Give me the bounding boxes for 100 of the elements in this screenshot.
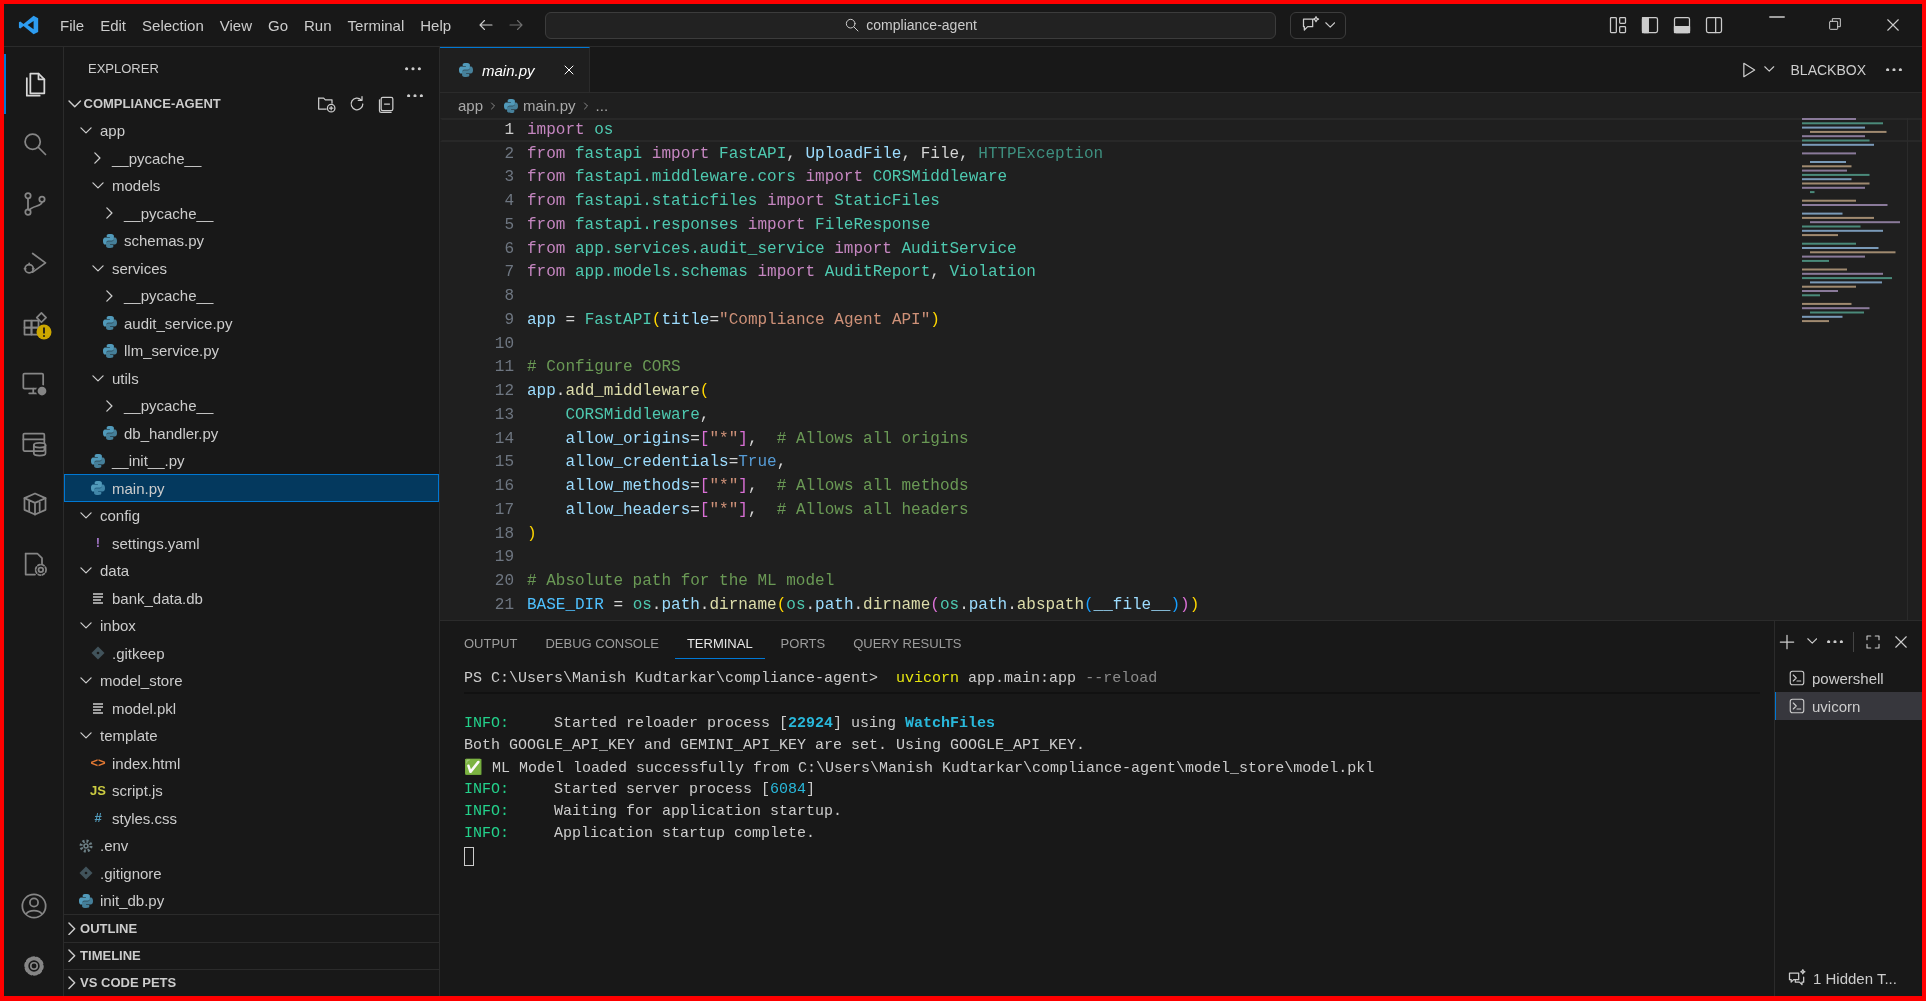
- warning-badge-icon: [35, 324, 52, 340]
- chevron-down-icon: [92, 264, 104, 272]
- chat-sparkle-icon: [1787, 968, 1807, 988]
- tree-item[interactable]: ! settings.yaml: [64, 529, 439, 557]
- line-number: 2: [503, 144, 514, 163]
- tree-item[interactable]: db_handler.py: [64, 419, 439, 447]
- tree-item[interactable]: inbox: [64, 611, 439, 640]
- line-number: 10: [493, 334, 514, 353]
- tree-item[interactable]: <> index.html: [64, 749, 439, 777]
- chevron-down-icon: [92, 182, 104, 190]
- menu-item[interactable]: Selection: [134, 12, 212, 38]
- line-number: 13: [493, 405, 514, 424]
- tree-item[interactable]: model_store: [64, 666, 439, 695]
- python-file-icon: [78, 892, 94, 909]
- chevron-down-icon: [80, 732, 92, 740]
- file-type-icon: !: [95, 535, 101, 552]
- section-header[interactable]: TIMELINE: [64, 941, 439, 969]
- tree-item[interactable]: init_db.py: [64, 886, 439, 915]
- terminal-session[interactable]: powershell: [1775, 664, 1922, 692]
- file-type-icon: <>: [90, 755, 106, 772]
- tree-item[interactable]: __pycache__: [64, 144, 439, 172]
- panel-tab[interactable]: QUERY RESULTS: [841, 626, 974, 659]
- tree-item[interactable]: __pycache__: [64, 391, 439, 420]
- tree-item[interactable]: data: [64, 556, 439, 585]
- line-number: 1: [503, 120, 514, 139]
- panel-tab[interactable]: PORTS: [768, 626, 838, 659]
- tree-item[interactable]: model.pkl: [64, 694, 439, 722]
- extension-action[interactable]: BLACKBOX: [1790, 61, 1866, 78]
- tree-item[interactable]: app: [64, 116, 439, 145]
- tree-item[interactable]: models: [64, 171, 439, 200]
- chevron-right-icon: [68, 948, 77, 963]
- python-file-icon: [503, 97, 520, 114]
- tree-item[interactable]: bank_data.db: [64, 584, 439, 612]
- python-file-icon: [90, 480, 106, 497]
- restore-icon: [1827, 16, 1843, 32]
- tree-item[interactable]: main.py: [64, 474, 439, 502]
- code-line: from fastapi.responses import FileResponse: [527, 215, 931, 234]
- hidden-terminals-button[interactable]: 1 Hidden T...: [1775, 962, 1922, 994]
- editor-tab[interactable]: main.py: [440, 47, 590, 92]
- tree-item[interactable]: JS script.js: [64, 776, 439, 805]
- tree-item[interactable]: schemas.py: [64, 226, 439, 255]
- tree-item[interactable]: __pycache__: [64, 281, 439, 310]
- breadcrumb-item[interactable]: app: [458, 97, 484, 114]
- tree-item[interactable]: audit_service.py: [64, 309, 439, 337]
- chevron-right-icon: [68, 976, 77, 990]
- app-logo-icon: [18, 14, 40, 36]
- project-header[interactable]: COMPLIANCE-AGENT: [64, 90, 439, 117]
- section-header[interactable]: VS CODE PETS: [64, 968, 439, 996]
- terminal-output-line: ✅ ML Model loaded successfully from C:\Users\Manish Kudtarkar\compliance-agent\model_store\model.pkl: [464, 757, 1375, 777]
- chevron-right-icon: [94, 152, 102, 165]
- tree-item[interactable]: .gitignore: [64, 859, 439, 887]
- database-panel-icon: [20, 430, 49, 458]
- section-header[interactable]: OUTLINE: [64, 914, 439, 942]
- panel-tab[interactable]: OUTPUT: [452, 626, 530, 659]
- menu-item[interactable]: File: [52, 12, 93, 38]
- chevron-down-icon: [92, 374, 104, 382]
- menu-item[interactable]: Edit: [92, 12, 135, 38]
- search-field[interactable]: compliance-agent: [545, 11, 1277, 39]
- chevron-right-icon: [106, 289, 114, 302]
- menu-item[interactable]: Go: [260, 12, 296, 38]
- python-file-icon: [102, 425, 118, 442]
- tree-item[interactable]: utils: [64, 364, 439, 392]
- terminal-session[interactable]: uvicorn: [1775, 692, 1922, 720]
- tree-item[interactable]: __pycache__: [64, 199, 439, 227]
- tree-item[interactable]: .gitkeep: [64, 639, 439, 667]
- sidebar-right-icon: [1704, 15, 1724, 35]
- breadcrumb-item[interactable]: main.py: [523, 97, 576, 114]
- tree-item[interactable]: services: [64, 254, 439, 282]
- breadcrumb-item[interactable]: ...: [595, 97, 609, 114]
- panel-tab[interactable]: DEBUG CONSOLE: [533, 626, 671, 659]
- tree-item[interactable]: template: [64, 721, 439, 750]
- diamond-file-icon: [78, 865, 94, 882]
- tree-item[interactable]: .env: [64, 831, 439, 860]
- terminal-output-line: INFO: Started server process [6084]: [464, 780, 816, 798]
- python-file-icon: [90, 452, 106, 469]
- tree-item[interactable]: __init__.py: [64, 446, 439, 475]
- more-icon: [1886, 67, 1902, 72]
- lines-file-icon: [90, 590, 106, 607]
- menu-item[interactable]: Help: [412, 12, 460, 38]
- tree-item[interactable]: config: [64, 501, 439, 530]
- menu-item[interactable]: View: [211, 12, 260, 38]
- line-number: 6: [503, 239, 514, 258]
- tree-item[interactable]: llm_service.py: [64, 336, 439, 365]
- chevron-down-icon: [1764, 66, 1775, 73]
- tree-item[interactable]: # styles.css: [64, 804, 439, 832]
- chat-button[interactable]: [1290, 11, 1347, 39]
- terminal-output-line: INFO: Application startup complete.: [464, 824, 816, 842]
- layout-grid-icon: [1608, 15, 1628, 35]
- panel-tab[interactable]: TERMINAL: [674, 626, 765, 659]
- lines-file-icon: [90, 700, 106, 717]
- file-type-icon: #: [94, 810, 102, 827]
- menu-item[interactable]: Run: [296, 12, 340, 38]
- code-line: from app.models.schemas import AuditReport, Violation: [527, 263, 1036, 282]
- code-line: from fastapi.middleware.cors import CORSMiddleware: [527, 168, 1008, 187]
- chevron-down-icon: [1806, 638, 1817, 645]
- python-file-icon: [458, 62, 474, 78]
- menu-item[interactable]: Terminal: [339, 12, 413, 38]
- terminal-command: PS C:\Users\Manish Kudtarkar\compliance-agent> uvicorn app.main:app --reload: [464, 669, 1158, 687]
- code-line: app.add_middleware(: [527, 382, 710, 401]
- diamond-file-icon: [90, 645, 106, 662]
